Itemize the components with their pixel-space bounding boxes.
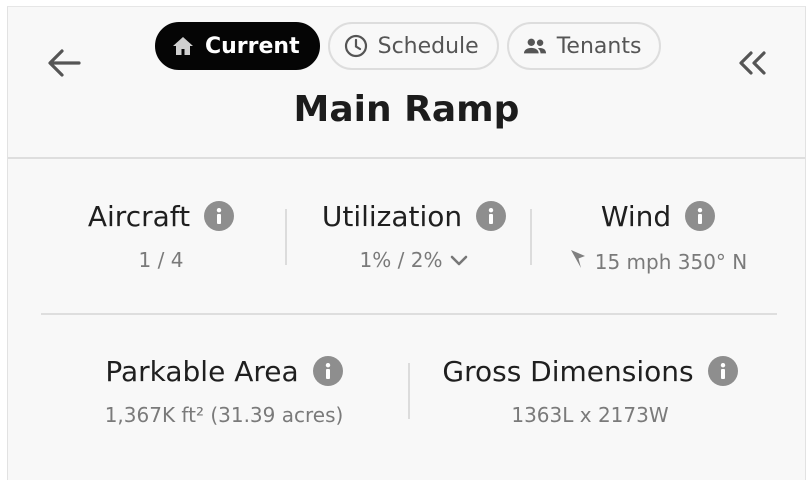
- stat-label: Utilization: [321, 199, 463, 233]
- stat-value: 1 / 4: [138, 248, 184, 272]
- stat-utilization: Utilization 1% / 2%: [298, 198, 530, 272]
- info-icon[interactable]: [685, 201, 716, 231]
- people-icon: [523, 34, 547, 58]
- stat-aircraft: Aircraft 1 / 4: [61, 198, 261, 272]
- divider: [285, 209, 287, 265]
- info-icon[interactable]: [312, 356, 343, 386]
- info-icon[interactable]: [476, 201, 507, 231]
- tab-tenants[interactable]: Tenants: [506, 22, 662, 70]
- stat-gross-dimensions: Gross Dimensions 1363L x 2173W: [420, 353, 760, 427]
- arrow-left-icon: [47, 48, 81, 82]
- stat-wind: Wind 15 mph 350° N: [548, 198, 768, 275]
- section-divider: [41, 313, 777, 315]
- stat-label: Parkable Area: [105, 354, 299, 388]
- stat-parkable-area: Parkable Area 1,367K ft² (31.39 acres): [74, 353, 374, 428]
- clock-icon: [344, 34, 368, 58]
- panel-header: Current Schedule Tenants Main Ramp: [8, 7, 805, 159]
- stat-label: Wind: [600, 199, 672, 233]
- divider: [530, 209, 532, 265]
- stat-value: 1363L x 2173W: [511, 403, 669, 427]
- tab-label: Current: [205, 33, 300, 59]
- back-button[interactable]: [44, 45, 84, 85]
- ramp-panel: Current Schedule Tenants Main Ramp Aircr…: [7, 6, 806, 480]
- stat-value: 1,367K ft² (31.39 acres): [104, 403, 344, 427]
- tab-schedule[interactable]: Schedule: [327, 22, 499, 70]
- chevron-down-icon: [450, 248, 468, 272]
- utilization-dropdown[interactable]: 1% / 2%: [360, 248, 469, 272]
- stat-label: Aircraft: [87, 199, 191, 233]
- tab-label: Tenants: [556, 33, 642, 59]
- info-icon[interactable]: [204, 201, 235, 231]
- page-title: Main Ramp: [293, 89, 520, 130]
- tab-current[interactable]: Current: [155, 22, 320, 70]
- stat-value: 15 mph 350° N: [569, 248, 747, 275]
- stat-label: Gross Dimensions: [442, 354, 694, 388]
- home-icon: [171, 34, 195, 58]
- view-tabs: Current Schedule Tenants: [155, 22, 662, 70]
- divider: [408, 363, 410, 419]
- double-chevron-left-icon: [736, 50, 768, 80]
- collapse-button[interactable]: [730, 45, 774, 85]
- tab-label: Schedule: [377, 33, 479, 59]
- info-icon[interactable]: [707, 356, 738, 386]
- wind-direction-icon: [569, 248, 587, 275]
